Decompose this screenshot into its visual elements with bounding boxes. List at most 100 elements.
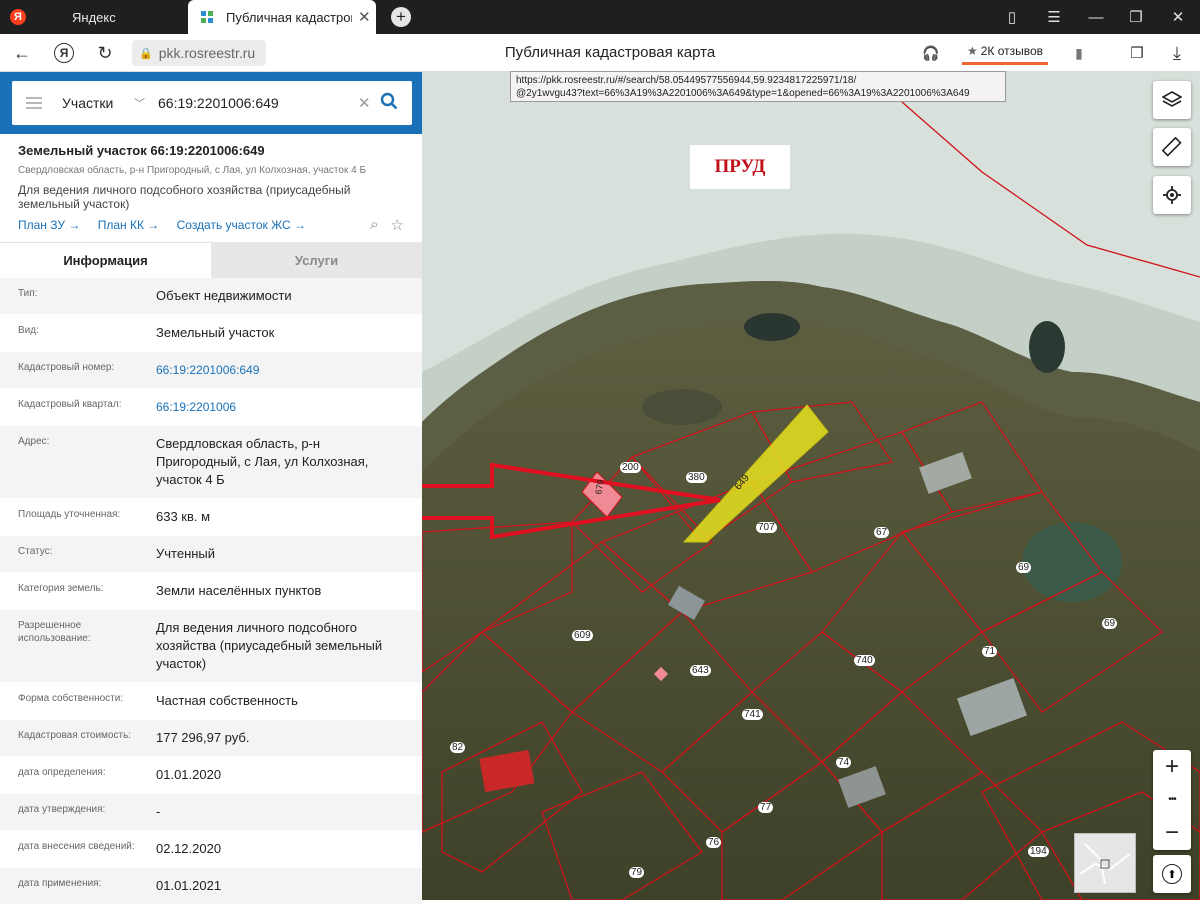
attr-key: Площадь уточненная:	[18, 509, 121, 520]
attr-value: Для ведения личного подсобного хозяйства…	[156, 620, 383, 671]
parcel-label[interactable]: 200	[620, 462, 641, 473]
attr-key: Разрешенное использование:	[18, 620, 91, 644]
search-input[interactable]: 66:19:2201006:649	[158, 95, 358, 111]
clear-icon[interactable]: ✕	[358, 94, 380, 112]
minimize-icon[interactable]: —	[1076, 0, 1116, 34]
menu-icon[interactable]: ☰	[1034, 0, 1074, 34]
cadastral-number-link[interactable]: 66:19:2201006:649	[156, 361, 406, 379]
search-type-select[interactable]: Участки	[62, 95, 134, 111]
attr-value: Объект недвижимости	[156, 288, 292, 303]
lock-icon: 🔒	[139, 47, 153, 60]
reviews-label: 2К отзывов	[980, 43, 1044, 58]
pkk-favicon-icon	[200, 10, 214, 24]
attr-key: Вид:	[18, 325, 39, 336]
compass-icon: ⬆	[1162, 864, 1182, 884]
layers-button[interactable]	[1153, 81, 1191, 119]
close-icon[interactable]: ✕	[358, 8, 371, 26]
reload-icon[interactable]: ↻	[92, 40, 118, 66]
ruler-icon	[1162, 137, 1182, 157]
layers-icon	[1162, 91, 1182, 107]
zoom-in-button[interactable]: +	[1153, 750, 1191, 783]
attr-value: Частная собственность	[156, 693, 298, 708]
attributes-table: Тип: Объект недвижимости Вид: Земельный уч…	[0, 278, 422, 905]
attr-key: дата внесения сведений:	[18, 841, 135, 852]
chevron-down-icon[interactable]: ﹀	[134, 95, 158, 111]
close-window-icon[interactable]: ✕	[1158, 0, 1198, 34]
attr-row: Вид: Земельный участок	[0, 315, 422, 352]
parcel-label[interactable]: 74	[836, 757, 852, 768]
tab-pkk[interactable]: Публичная кадастрова ✕	[188, 0, 376, 34]
favorite-star-icon[interactable]: ☆	[391, 216, 404, 234]
zoom-more-button[interactable]: •••	[1153, 783, 1191, 816]
plan-zu-link[interactable]: План ЗУ →	[18, 218, 80, 232]
attr-value: 02.12.2020	[156, 841, 222, 856]
attr-row: Статус: Учтенный	[0, 536, 422, 573]
attr-value: Земли населённых пунктов	[156, 583, 322, 598]
info-panel: Участки ﹀ 66:19:2201006:649 ✕ ‹ Земельны…	[0, 72, 437, 905]
yandex-button-icon[interactable]: Я	[54, 43, 74, 63]
attr-row: Категория земель: Земли населённых пункто…	[0, 573, 422, 610]
attr-row: дата применения: 01.01.2021	[0, 868, 422, 905]
cadastral-quarter-link[interactable]: 66:19:2201006	[156, 398, 406, 416]
parcel-label[interactable]: 77	[758, 802, 774, 813]
attr-value: 633 кв. м	[156, 509, 211, 524]
minimap-icon	[1079, 843, 1131, 885]
attr-row: Кадастровый квартал: 66:19:2201006	[0, 389, 422, 426]
object-title: Земельный участок 66:19:2201006:649	[18, 143, 265, 158]
url-field[interactable]: 🔒 pkk.rosreestr.ru	[132, 40, 266, 66]
create-parcel-link[interactable]: Создать участок ЖС →	[177, 218, 306, 232]
bookmarks-icon[interactable]: ▯	[992, 0, 1032, 34]
compass-button[interactable]: ⬆	[1153, 855, 1191, 893]
search-box: Участки ﹀ 66:19:2201006:649 ✕	[12, 81, 412, 125]
parcel-label[interactable]: 609	[572, 630, 593, 641]
parcel-label[interactable]: 380	[686, 472, 707, 483]
parcel-label[interactable]: 740	[854, 655, 875, 666]
pond-label: ПРУД	[690, 145, 790, 189]
parcel-label[interactable]: 71	[982, 646, 998, 657]
object-use: Для ведения личного подсобного хозяйства…	[18, 183, 351, 211]
attr-value: -	[156, 804, 161, 819]
search-icon[interactable]	[380, 92, 412, 115]
parcel-label[interactable]: 79	[629, 867, 645, 878]
plan-kk-link[interactable]: План КК →	[98, 218, 160, 232]
tab-yandex[interactable]: Я Яндекс	[0, 0, 186, 34]
attr-key: Форма собственности:	[18, 693, 124, 704]
attr-value: Свердловская область, р-н Пригородный, с…	[156, 436, 369, 487]
headphones-icon[interactable]: 🎧	[918, 40, 944, 66]
cadastral-map[interactable]: 649 200 380 707 67 69 69 609 643 740 71 …	[422, 72, 1200, 900]
reviews-button[interactable]: ★ 2К отзывов	[962, 39, 1048, 65]
parcel-label[interactable]: 194	[1028, 846, 1049, 857]
bookmark-icon[interactable]: ▮	[1066, 40, 1092, 66]
attr-row: Площадь уточненная: 633 кв. м	[0, 499, 422, 536]
object-links: План ЗУ → План КК → Создать участок ЖС →	[18, 218, 320, 232]
parcel-label[interactable]: 67	[874, 527, 890, 538]
parcel-label[interactable]: 69	[1016, 562, 1032, 573]
parcel-label[interactable]: 741	[742, 709, 763, 720]
browser-tab-bar: Я Яндекс Публичная кадастрова ✕ + ▯ ☰ — …	[0, 0, 1200, 34]
attr-key: дата применения:	[18, 878, 102, 889]
attr-row: Кадастровый номер: 66:19:2201006:649	[0, 352, 422, 389]
collections-icon[interactable]: ❒	[1124, 40, 1150, 66]
menu-burger-icon[interactable]	[26, 97, 42, 109]
parcel-label[interactable]: 82	[450, 742, 466, 753]
locate-button[interactable]	[1153, 176, 1191, 214]
back-icon[interactable]: ←	[9, 40, 35, 66]
new-tab-button[interactable]: +	[391, 7, 411, 27]
url-tooltip: https://pkk.rosreestr.ru/#/search/58.054…	[510, 71, 1006, 102]
zoom-to-object-icon[interactable]: ⌕	[370, 216, 378, 234]
zoom-out-button[interactable]: −	[1153, 816, 1191, 849]
parcel-label[interactable]: 707	[756, 522, 777, 533]
parcel-label[interactable]: 69	[1102, 618, 1118, 629]
attr-row: дата утверждения: -	[0, 794, 422, 831]
attr-key: Статус:	[18, 546, 53, 557]
parcel-label[interactable]: 76	[706, 837, 722, 848]
tab-info[interactable]: Информация	[0, 242, 211, 278]
overview-minimap[interactable]	[1074, 833, 1136, 893]
restore-icon[interactable]: ❐	[1116, 0, 1156, 34]
address-bar: ← Я ↻ 🔒 pkk.rosreestr.ru Публичная кадас…	[0, 34, 1200, 72]
zoom-controls: + ••• −	[1153, 750, 1191, 850]
parcel-label[interactable]: 643	[690, 665, 711, 676]
tab-services[interactable]: Услуги	[211, 242, 422, 278]
ruler-button[interactable]	[1153, 128, 1191, 166]
download-icon[interactable]: ⤓	[1164, 40, 1190, 66]
